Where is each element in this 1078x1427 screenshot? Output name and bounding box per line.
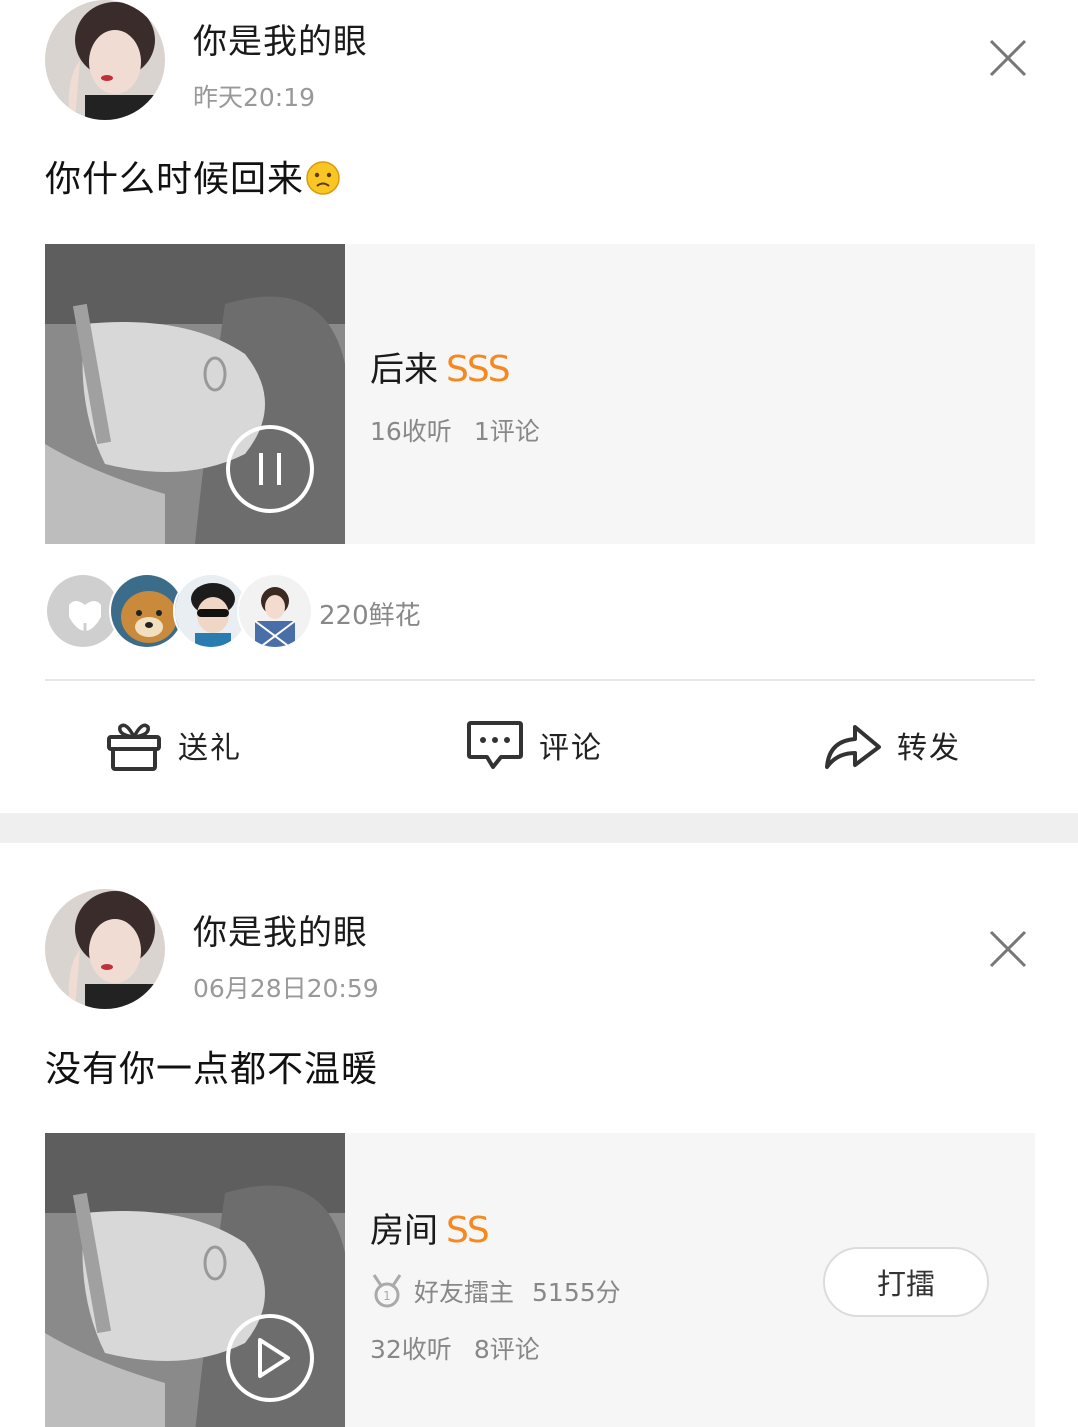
post-text: 你什么时候回来 bbox=[45, 150, 340, 202]
comment-count: 1评论 bbox=[473, 417, 540, 446]
comment-count: 8评论 bbox=[473, 1335, 540, 1364]
close-icon[interactable] bbox=[988, 38, 1028, 78]
song-stats: 32收听 8评论 bbox=[370, 1330, 562, 1366]
host-info: 1 好友擂主 5155分 bbox=[370, 1273, 621, 1309]
song-card[interactable]: 房间 SS 1 好友擂主 5155分 32收听 8评论 打擂 bbox=[45, 1133, 1035, 1427]
feed-post: 你是我的眼 昨天20:19 你什么时候回来 后来 SSS 16收听 1评论 22… bbox=[0, 0, 1078, 813]
comment-label: 评论 bbox=[539, 731, 603, 766]
divider bbox=[45, 679, 1035, 681]
challenge-button[interactable]: 打擂 bbox=[823, 1247, 989, 1317]
listen-count: 32收听 bbox=[370, 1335, 452, 1364]
avatar[interactable] bbox=[45, 889, 165, 1009]
post-text-body: 你什么时候回来 bbox=[45, 159, 305, 200]
comment-button[interactable]: 评论 bbox=[465, 715, 603, 775]
svg-text:1: 1 bbox=[383, 1289, 391, 1303]
post-separator bbox=[0, 813, 1078, 843]
song-title[interactable]: 房间 SS bbox=[370, 1203, 490, 1252]
song-title-text: 房间 bbox=[370, 1211, 438, 1251]
host-score: 5155分 bbox=[532, 1278, 621, 1307]
pause-button[interactable] bbox=[225, 424, 315, 514]
play-button[interactable] bbox=[225, 1313, 315, 1403]
forward-label: 转发 bbox=[897, 731, 961, 766]
post-time: 06月28日20:59 bbox=[193, 974, 379, 1003]
feed-post: 你是我的眼 06月28日20:59 没有你一点都不温暖 房间 SS 1 好友擂主 … bbox=[0, 843, 1078, 1427]
avatar bbox=[237, 573, 313, 649]
song-cover bbox=[45, 1133, 345, 1427]
host-label: 好友擂主 bbox=[414, 1278, 515, 1307]
song-card[interactable]: 后来 SSS 16收听 1评论 bbox=[45, 244, 1035, 544]
gift-label: 送礼 bbox=[178, 731, 242, 766]
comment-icon bbox=[467, 721, 523, 769]
flower-givers[interactable]: 220鲜花 bbox=[45, 573, 545, 651]
post-time: 昨天20:19 bbox=[193, 83, 316, 112]
song-title[interactable]: 后来 SSS bbox=[370, 342, 511, 391]
forward-icon bbox=[825, 725, 881, 769]
flower-count[interactable]: 220鲜花 bbox=[319, 595, 421, 632]
listen-count: 16收听 bbox=[370, 417, 452, 446]
gift-button[interactable]: 送礼 bbox=[104, 715, 242, 775]
username[interactable]: 你是我的眼 bbox=[193, 905, 368, 954]
song-title-text: 后来 bbox=[370, 350, 438, 390]
forward-button[interactable]: 转发 bbox=[823, 715, 961, 775]
sad-face-emoji-icon bbox=[306, 161, 340, 195]
username[interactable]: 你是我的眼 bbox=[193, 14, 368, 63]
close-icon[interactable] bbox=[988, 929, 1028, 969]
song-stats: 16收听 1评论 bbox=[370, 412, 562, 448]
post-text: 没有你一点都不温暖 bbox=[45, 1049, 379, 1090]
gift-icon bbox=[107, 723, 161, 771]
avatar[interactable] bbox=[45, 0, 165, 120]
song-cover bbox=[45, 244, 345, 544]
rank-badge: SS bbox=[446, 1210, 490, 1251]
rank-badge: SSS bbox=[446, 349, 511, 390]
medal-icon: 1 bbox=[372, 1274, 402, 1308]
